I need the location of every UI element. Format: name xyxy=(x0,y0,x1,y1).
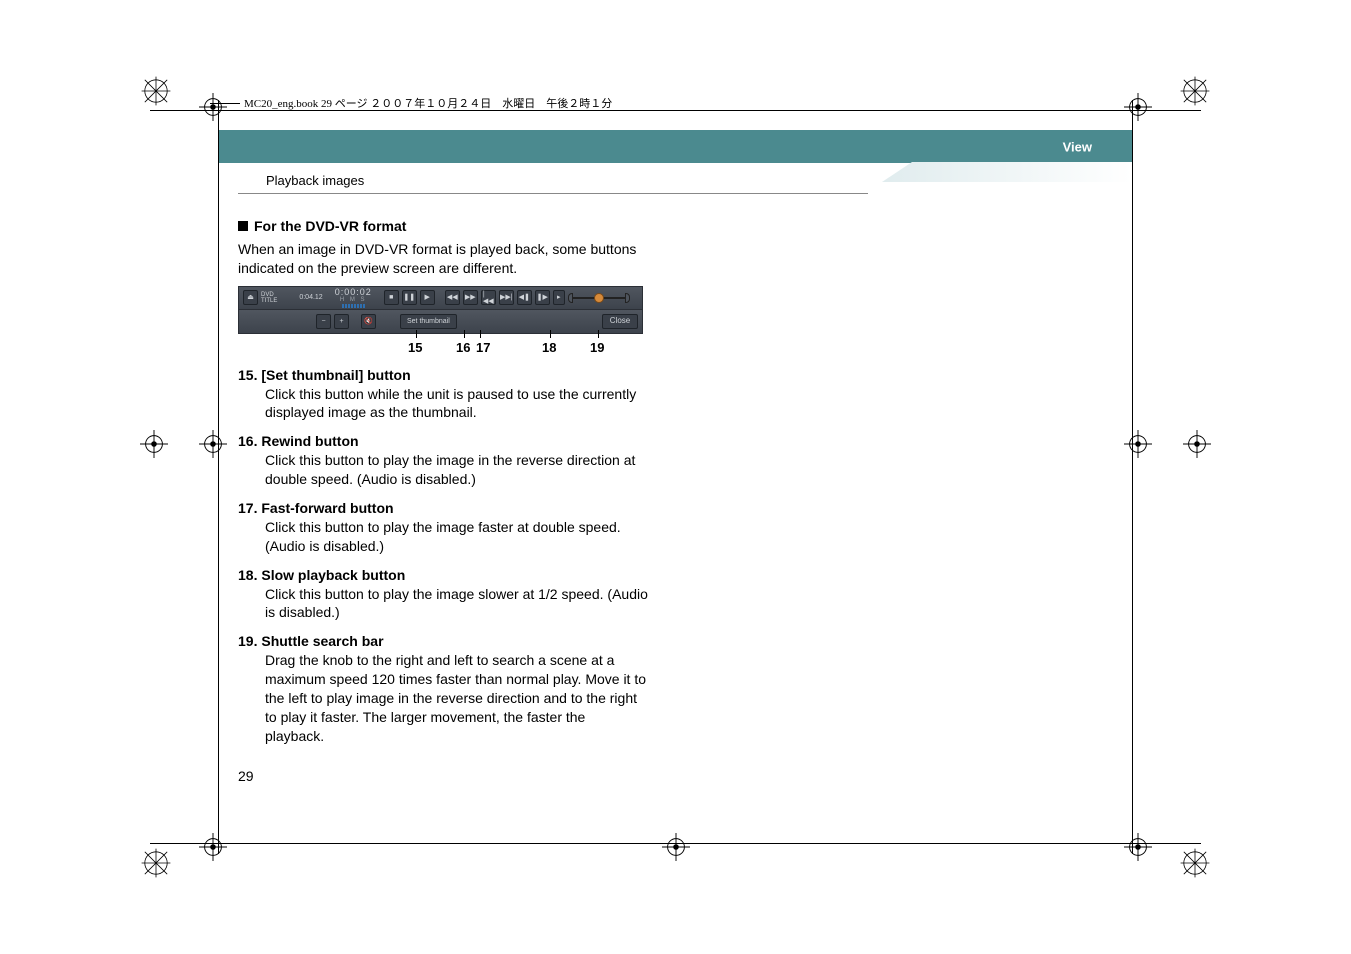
crosshair-mark-icon xyxy=(140,430,168,458)
registration-mark-icon xyxy=(140,75,172,107)
step-button[interactable]: ▸ xyxy=(553,290,565,305)
def-title: Rewind button xyxy=(261,433,358,449)
definition-item: 15. [Set thumbnail] button Click this bu… xyxy=(238,366,648,423)
rewind-button[interactable]: ◀◀ xyxy=(445,290,460,305)
callout-15: 15 xyxy=(408,339,422,357)
page-number: 29 xyxy=(238,768,254,784)
def-body: Drag the knob to the right and left to s… xyxy=(265,651,648,745)
play-button[interactable]: ▶ xyxy=(420,290,435,305)
crosshair-mark-icon xyxy=(1124,93,1152,121)
document-header-text: MC20_eng.book 29 ページ ２００７年１０月２４日 水曜日 午後２… xyxy=(244,95,612,111)
crosshair-mark-icon xyxy=(1183,430,1211,458)
frame-line xyxy=(218,100,219,854)
slow-forward-button[interactable]: ❚▶ xyxy=(535,290,550,305)
bullet-square-icon xyxy=(238,221,248,231)
registration-mark-icon xyxy=(1179,75,1211,107)
decorative-stripe xyxy=(882,162,1132,182)
dvd-title-label: DVD TITLE xyxy=(261,292,277,304)
zoom-out-button[interactable]: − xyxy=(316,314,331,329)
def-body: Click this button to play the image fast… xyxy=(265,518,648,556)
def-body: Click this button to play the image in t… xyxy=(265,451,648,489)
def-title: Fast-forward button xyxy=(261,500,393,516)
def-body: Click this button to play the image slow… xyxy=(265,585,648,623)
callout-17: 17 xyxy=(476,339,490,357)
section-header-label: View xyxy=(1063,139,1092,154)
def-title: [Set thumbnail] button xyxy=(261,367,410,383)
section-title: Playback images xyxy=(266,173,364,188)
eject-icon: ⏏ xyxy=(243,290,258,305)
crosshair-mark-icon xyxy=(1124,430,1152,458)
section-header-bar: View xyxy=(219,130,1132,163)
section-underline xyxy=(238,193,868,194)
skip-forward-button[interactable]: ▶▶| xyxy=(499,290,514,305)
page-content: For the DVD-VR format When an image in D… xyxy=(238,217,648,756)
slow-reverse-button[interactable]: ◀❚ xyxy=(517,290,532,305)
def-num: 18. xyxy=(238,567,257,583)
definition-item: 17. Fast-forward button Click this butto… xyxy=(238,499,648,556)
def-title: Shuttle search bar xyxy=(261,633,383,649)
shuttle-knob-icon[interactable] xyxy=(594,293,604,303)
set-thumbnail-button[interactable]: Set thumbnail xyxy=(400,314,457,329)
document-header-tag: MC20_eng.book 29 ページ ２００７年１０月２４日 水曜日 午後２… xyxy=(210,95,612,111)
registration-mark-icon xyxy=(140,847,172,879)
def-num: 17. xyxy=(238,500,257,516)
def-num: 15. xyxy=(238,367,257,383)
subheading-text: For the DVD-VR format xyxy=(254,217,406,236)
crosshair-mark-icon xyxy=(199,833,227,861)
time-units: H M S xyxy=(340,297,367,303)
zoom-in-button[interactable]: + xyxy=(334,314,349,329)
def-num: 16. xyxy=(238,433,257,449)
frame-line xyxy=(1132,100,1133,854)
definition-item: 18. Slow playback button Click this butt… xyxy=(238,566,648,623)
callout-row: 15 16 17 18 19 xyxy=(238,336,643,360)
crosshair-mark-icon xyxy=(199,430,227,458)
mute-button[interactable]: 🔇 xyxy=(361,314,376,329)
registration-mark-icon xyxy=(1179,847,1211,879)
close-button[interactable]: Close xyxy=(602,314,638,329)
fast-forward-button[interactable]: ▶▶ xyxy=(463,290,478,305)
shuttle-search-bar[interactable] xyxy=(568,292,630,304)
definition-item: 16. Rewind button Click this button to p… xyxy=(238,432,648,489)
intro-paragraph: When an image in DVD-VR format is played… xyxy=(238,240,648,278)
def-num: 19. xyxy=(238,633,257,649)
subheading: For the DVD-VR format xyxy=(238,217,648,236)
definition-item: 19. Shuttle search bar Drag the knob to … xyxy=(238,632,648,745)
progress-bars-icon xyxy=(342,304,365,308)
crosshair-mark-icon xyxy=(662,833,690,861)
def-title: Slow playback button xyxy=(261,567,405,583)
toolbar-figure: ⏏ DVD TITLE 0:04.12 0:00:02 H M S ■ ❚❚ ▶… xyxy=(238,286,643,334)
callout-16: 16 xyxy=(456,339,470,357)
elapsed-time: 0:04.12 xyxy=(299,293,322,302)
callout-18: 18 xyxy=(542,339,556,357)
def-body: Click this button while the unit is paus… xyxy=(265,385,648,423)
callout-19: 19 xyxy=(590,339,604,357)
crosshair-mark-icon xyxy=(1124,833,1152,861)
playback-time: 0:00:02 xyxy=(335,288,372,297)
stop-button[interactable]: ■ xyxy=(384,290,399,305)
skip-back-button[interactable]: |◀◀ xyxy=(481,290,496,305)
pause-button[interactable]: ❚❚ xyxy=(402,290,417,305)
